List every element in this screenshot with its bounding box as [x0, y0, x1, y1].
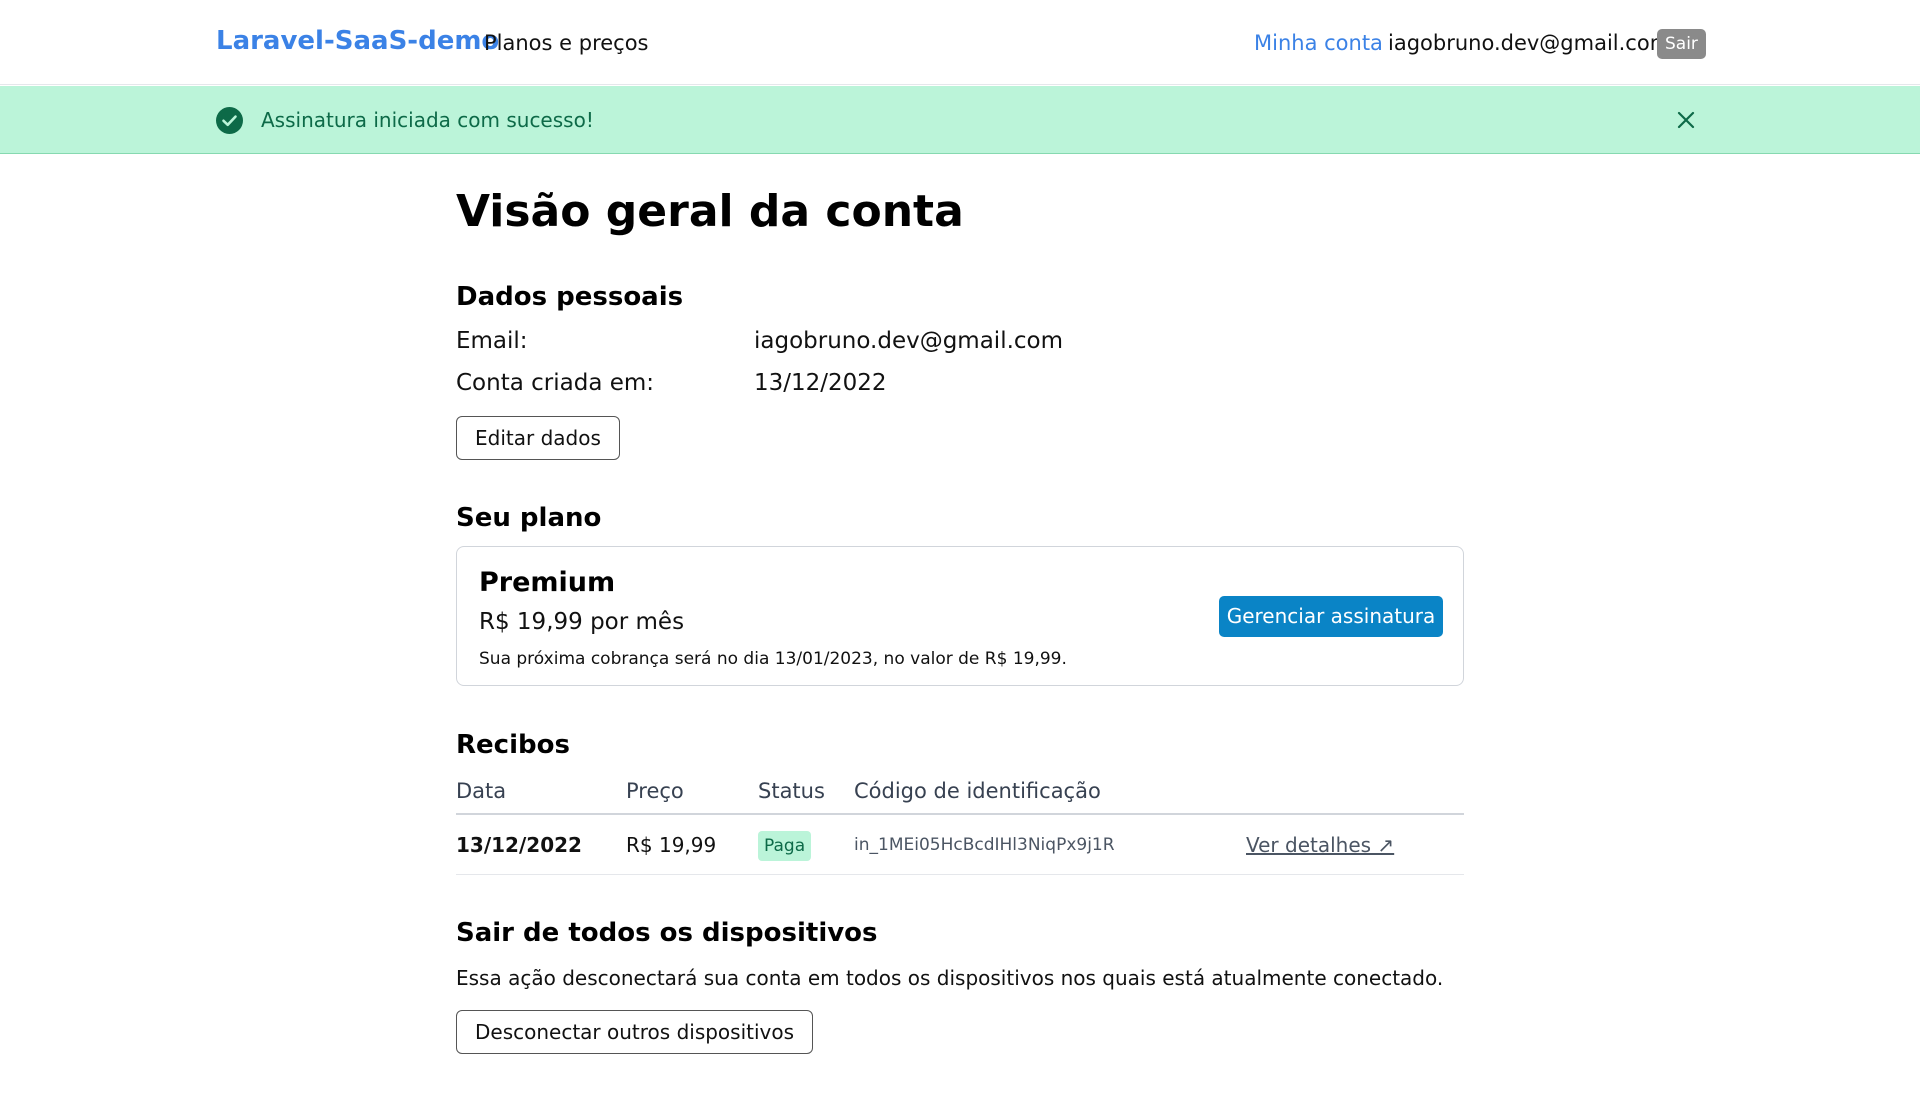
nav-link-my-account[interactable]: Minha conta: [1254, 31, 1383, 55]
receipt-id-code: in_1MEi05HcBcdIHl3NiqPx9j1R: [854, 835, 1115, 855]
nav-user-email: iagobruno.dev@gmail.com: [1388, 31, 1671, 55]
status-badge: Paga: [758, 831, 812, 861]
edit-profile-button[interactable]: Editar dados: [456, 416, 620, 460]
success-alert: Assinatura iniciada com sucesso!: [0, 86, 1920, 154]
disconnect-other-devices-button[interactable]: Desconectar outros dispositivos: [456, 1010, 814, 1054]
section-title-personal-data: Dados pessoais: [456, 282, 684, 312]
brand-logo-link[interactable]: Laravel-SaaS-demo: [216, 26, 499, 56]
check-circle-icon: [216, 107, 243, 134]
created-at-value: 13/12/2022: [754, 370, 887, 396]
section-title-plan: Seu plano: [456, 503, 602, 533]
logout-button[interactable]: Sair: [1657, 29, 1706, 59]
receipt-price: R$ 19,99: [626, 833, 717, 857]
section-title-logout-devices: Sair de todos os dispositivos: [456, 918, 878, 948]
plan-name: Premium: [479, 567, 616, 598]
receipt-date: 13/12/2022: [456, 833, 582, 857]
table-row: 13/12/2022 R$ 19,99 Paga in_1MEi05HcBcdI…: [456, 815, 1464, 875]
top-navbar: Laravel-SaaS-demo Planos e preços Minha …: [0, 0, 1920, 85]
column-header-date: Data: [456, 779, 507, 803]
section-title-receipts: Recibos: [456, 730, 570, 760]
email-value: iagobruno.dev@gmail.com: [754, 328, 1064, 354]
column-header-status: Status: [758, 779, 825, 803]
email-label: Email:: [456, 328, 528, 354]
logout-devices-description: Essa ação desconectará sua conta em todo…: [456, 966, 1444, 990]
nav-link-pricing[interactable]: Planos e preços: [484, 31, 649, 55]
plan-price: R$ 19,99 por mês: [479, 609, 685, 635]
view-receipt-details-link[interactable]: Ver detalhes ↗: [1246, 833, 1394, 857]
close-icon[interactable]: [1672, 106, 1700, 134]
manage-subscription-button[interactable]: Gerenciar assinatura: [1219, 596, 1443, 637]
plan-card: Premium R$ 19,99 por mês Sua próxima cob…: [456, 546, 1464, 686]
plan-next-charge: Sua próxima cobrança será no dia 13/01/2…: [479, 649, 1067, 669]
column-header-id-code: Código de identificação: [854, 779, 1101, 803]
alert-message: Assinatura iniciada com sucesso!: [261, 108, 594, 132]
created-at-label: Conta criada em:: [456, 370, 655, 396]
page-title: Visão geral da conta: [456, 186, 964, 237]
column-header-price: Preço: [626, 779, 684, 803]
